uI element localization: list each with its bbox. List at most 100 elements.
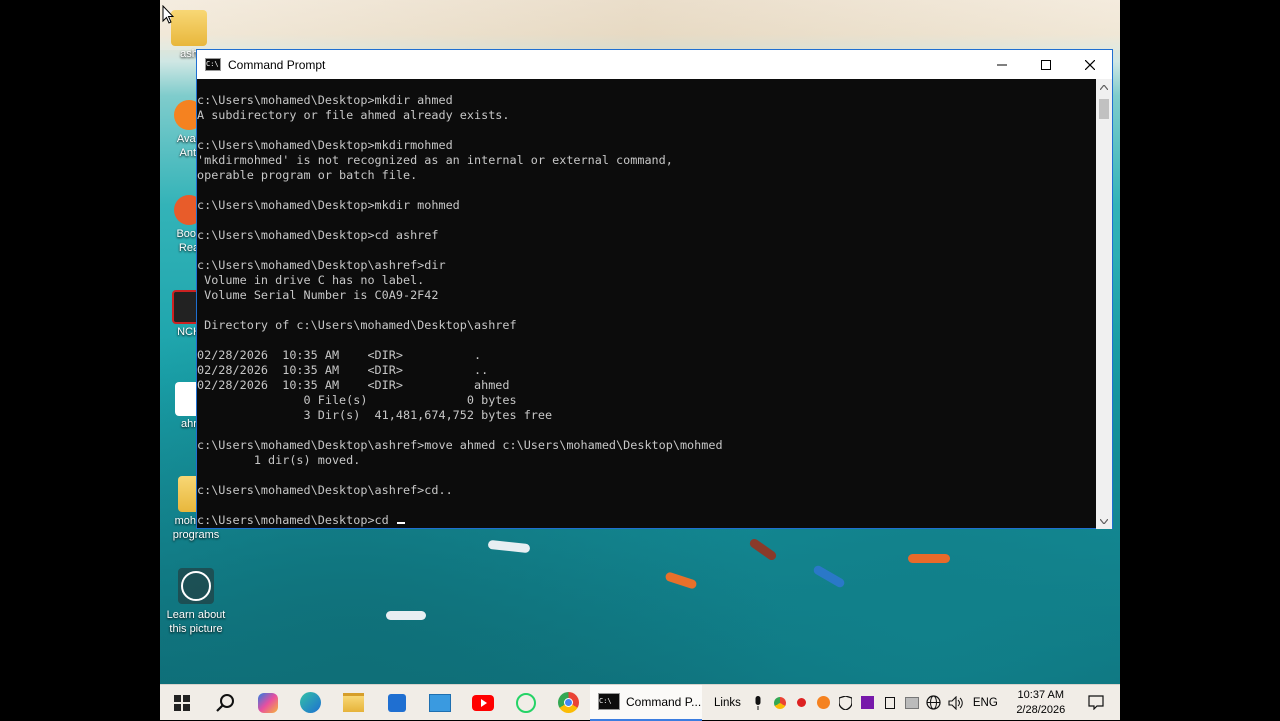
chrome-icon xyxy=(773,696,786,709)
microphone-icon xyxy=(755,695,761,710)
whatsapp-icon xyxy=(515,692,536,713)
search-button[interactable] xyxy=(203,685,246,721)
chrome-icon xyxy=(558,692,579,713)
notification-icon xyxy=(1088,695,1104,710)
device-icon xyxy=(884,696,895,709)
clock-date: 2/28/2026 xyxy=(1016,703,1066,716)
taskbar-chrome[interactable] xyxy=(547,685,590,721)
wallpaper-shore xyxy=(160,0,1120,50)
console-line: Volume Serial Number is C0A9-2F42 xyxy=(197,288,439,302)
wallpaper-boat xyxy=(812,564,846,589)
console-line: 02/28/2026 10:35 AM <DIR> ahmed xyxy=(197,378,510,392)
record-tray[interactable] xyxy=(791,685,813,721)
file-explorer-icon xyxy=(343,693,364,712)
taskbar-command-prompt[interactable]: C:\ Command P... xyxy=(590,684,702,721)
mouse-pointer-icon xyxy=(162,5,174,24)
minimize-button[interactable] xyxy=(980,50,1024,79)
links-toolbar[interactable]: Links xyxy=(714,697,741,709)
taskbar: C:\ Command P... Links ENG 10:37 AM 2/28… xyxy=(160,684,1120,721)
shield-icon xyxy=(839,695,853,710)
wallpaper-boat xyxy=(748,537,778,562)
console-line: 0 File(s) 0 bytes xyxy=(197,393,517,407)
chrome-tray[interactable] xyxy=(769,685,791,721)
app-window-icon xyxy=(428,693,451,712)
maximize-button[interactable] xyxy=(1024,50,1068,79)
globe-icon xyxy=(926,695,941,710)
console-line: c:\Users\mohamed\Desktop>mkdirmohmed xyxy=(197,138,453,152)
console-line: Volume in drive C has no label. xyxy=(197,273,425,287)
avast-tray[interactable] xyxy=(813,685,835,721)
input-language[interactable]: ENG xyxy=(973,697,998,709)
start-button[interactable] xyxy=(160,685,203,721)
maximize-icon xyxy=(1041,59,1051,70)
scroll-up-arrow[interactable] xyxy=(1096,79,1112,95)
chevron-up-icon xyxy=(1100,84,1108,90)
avast-icon xyxy=(817,696,831,709)
desktop-icon-learn-about-picture[interactable]: Learn about this picture xyxy=(161,568,231,636)
taskbar-edge[interactable] xyxy=(289,685,332,721)
volume-tray[interactable] xyxy=(945,685,967,721)
wallpaper-boat xyxy=(908,554,950,563)
console-line: 02/28/2026 10:35 AM <DIR> .. xyxy=(197,363,489,377)
console-text: c:\Users\mohamed\Desktop>mkdir ahmed A su… xyxy=(197,79,1097,528)
command-prompt-window[interactable]: C:\ Command Prompt c:\Users\mohamed\Desk… xyxy=(196,49,1113,529)
youtube-icon xyxy=(471,694,494,711)
taskbar-store[interactable] xyxy=(375,685,418,721)
copilot-icon xyxy=(257,692,278,713)
edge-icon xyxy=(300,692,321,713)
onenote-icon xyxy=(861,696,875,709)
clock[interactable]: 10:37 AM 2/28/2026 xyxy=(1006,688,1076,718)
notifications-button[interactable] xyxy=(1076,685,1116,721)
console-prompt-text: c:\Users\mohamed\Desktop>cd xyxy=(197,513,396,527)
text-cursor xyxy=(396,522,405,524)
wallpaper-boat xyxy=(386,611,426,620)
taskbar-copilot[interactable] xyxy=(246,685,289,721)
chevron-down-icon xyxy=(1100,518,1108,524)
console-line: c:\Users\mohamed\Desktop\ashref>dir xyxy=(197,258,446,272)
network-tray[interactable] xyxy=(923,685,945,721)
console-line: c:\Users\mohamed\Desktop>cd ashref xyxy=(197,228,439,242)
close-button[interactable] xyxy=(1068,50,1112,79)
wallpaper-boat xyxy=(664,571,698,590)
console-line: c:\Users\mohamed\Desktop>mkdir mohmed xyxy=(197,198,460,212)
console-line: operable program or batch file. xyxy=(197,168,418,182)
console-line: 02/28/2026 10:35 AM <DIR> . xyxy=(197,348,482,362)
console-prompt-line[interactable]: c:\Users\mohamed\Desktop>cd xyxy=(197,513,1097,528)
window-title: Command Prompt xyxy=(228,57,326,72)
scrollbar-thumb[interactable] xyxy=(1099,99,1109,119)
taskbar-app[interactable] xyxy=(418,685,461,721)
record-icon xyxy=(797,698,807,707)
console-line: 3 Dir(s) 41,481,674,752 bytes free xyxy=(197,408,553,422)
minimize-icon xyxy=(997,64,1007,65)
learn-about-picture-icon xyxy=(178,568,214,604)
security-tray[interactable] xyxy=(835,685,857,721)
title-bar[interactable]: C:\ Command Prompt xyxy=(197,50,1112,79)
scroll-down-arrow[interactable] xyxy=(1096,513,1112,529)
windows-logo-icon xyxy=(173,694,190,711)
search-icon xyxy=(215,693,234,712)
vertical-scrollbar[interactable] xyxy=(1096,79,1112,529)
microphone-tray[interactable] xyxy=(747,685,769,721)
printer-tray[interactable] xyxy=(901,685,923,721)
onenote-tray[interactable] xyxy=(857,685,879,721)
taskbar-task-label: Command P... xyxy=(626,694,702,709)
cmd-app-icon: C:\ xyxy=(598,693,620,710)
console-line: c:\Users\mohamed\Desktop>mkdir ahmed xyxy=(197,93,453,107)
console-output[interactable]: c:\Users\mohamed\Desktop>mkdir ahmed A su… xyxy=(197,79,1097,529)
clock-time: 10:37 AM xyxy=(1017,688,1065,701)
close-icon xyxy=(1085,59,1095,70)
taskbar-file-explorer[interactable] xyxy=(332,685,375,721)
taskbar-whatsapp[interactable] xyxy=(504,685,547,721)
console-line: c:\Users\mohamed\Desktop\ashref>cd.. xyxy=(197,483,453,497)
cmd-app-icon: C:\ xyxy=(205,58,221,71)
device-tray[interactable] xyxy=(879,685,901,721)
taskbar-youtube[interactable] xyxy=(461,685,504,721)
console-line: Directory of c:\Users\mohamed\Desktop\as… xyxy=(197,318,517,332)
